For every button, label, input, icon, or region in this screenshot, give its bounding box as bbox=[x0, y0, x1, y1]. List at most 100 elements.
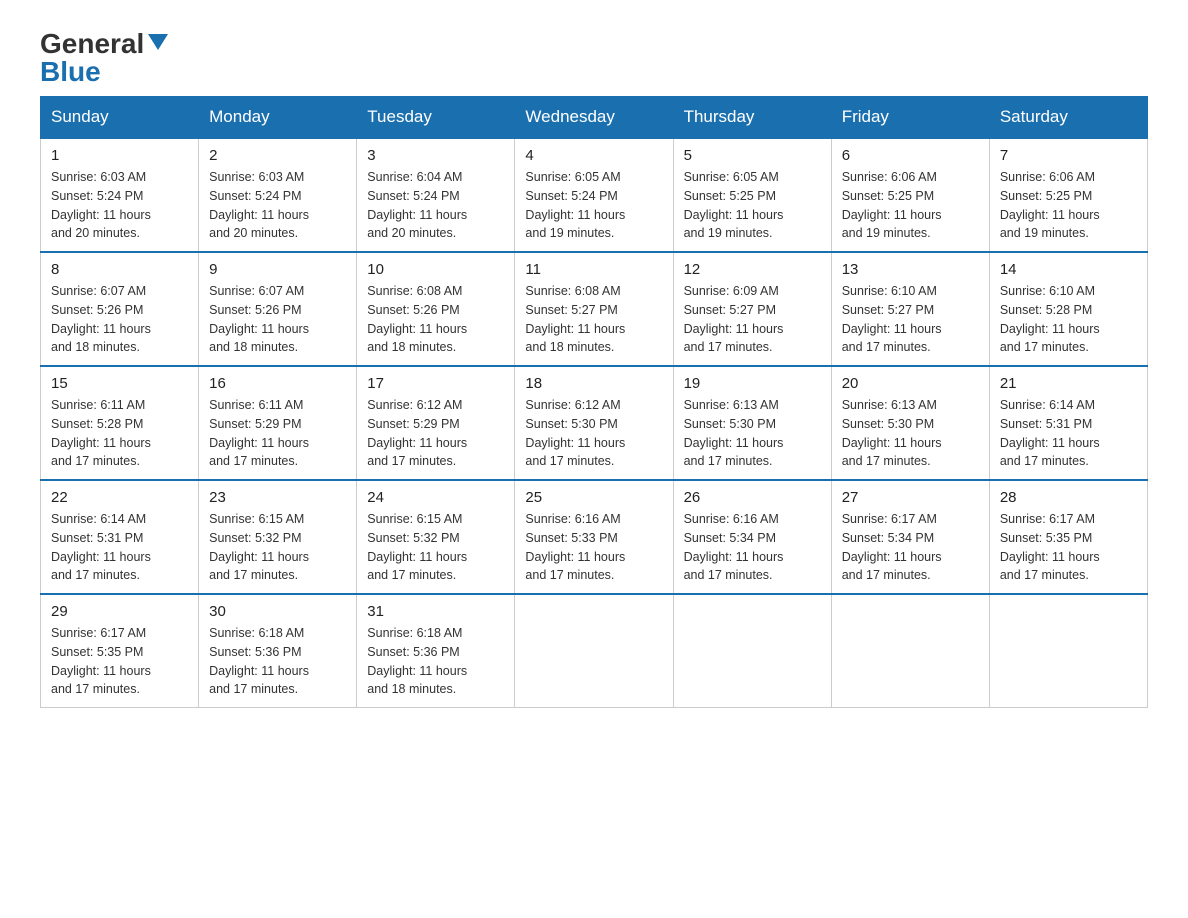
day-info: Sunrise: 6:16 AMSunset: 5:34 PMDaylight:… bbox=[684, 510, 821, 585]
day-info: Sunrise: 6:16 AMSunset: 5:33 PMDaylight:… bbox=[525, 510, 662, 585]
day-number: 23 bbox=[209, 489, 346, 506]
calendar-cell: 25 Sunrise: 6:16 AMSunset: 5:33 PMDayligh… bbox=[515, 480, 673, 594]
day-info: Sunrise: 6:08 AMSunset: 5:27 PMDaylight:… bbox=[525, 282, 662, 357]
calendar-cell: 13 Sunrise: 6:10 AMSunset: 5:27 PMDayligh… bbox=[831, 252, 989, 366]
day-info: Sunrise: 6:12 AMSunset: 5:29 PMDaylight:… bbox=[367, 396, 504, 471]
day-number: 9 bbox=[209, 261, 346, 278]
page-header: General Blue bbox=[40, 30, 1148, 86]
day-number: 1 bbox=[51, 147, 188, 164]
day-number: 19 bbox=[684, 375, 821, 392]
day-info: Sunrise: 6:15 AMSunset: 5:32 PMDaylight:… bbox=[209, 510, 346, 585]
calendar-cell: 12 Sunrise: 6:09 AMSunset: 5:27 PMDayligh… bbox=[673, 252, 831, 366]
day-info: Sunrise: 6:18 AMSunset: 5:36 PMDaylight:… bbox=[209, 624, 346, 699]
day-info: Sunrise: 6:13 AMSunset: 5:30 PMDaylight:… bbox=[842, 396, 979, 471]
calendar-cell: 14 Sunrise: 6:10 AMSunset: 5:28 PMDayligh… bbox=[989, 252, 1147, 366]
day-number: 22 bbox=[51, 489, 188, 506]
calendar-cell: 8 Sunrise: 6:07 AMSunset: 5:26 PMDaylight… bbox=[41, 252, 199, 366]
calendar-cell: 2 Sunrise: 6:03 AMSunset: 5:24 PMDaylight… bbox=[199, 138, 357, 252]
day-number: 24 bbox=[367, 489, 504, 506]
calendar-cell: 6 Sunrise: 6:06 AMSunset: 5:25 PMDaylight… bbox=[831, 138, 989, 252]
calendar-cell: 26 Sunrise: 6:16 AMSunset: 5:34 PMDayligh… bbox=[673, 480, 831, 594]
day-info: Sunrise: 6:14 AMSunset: 5:31 PMDaylight:… bbox=[51, 510, 188, 585]
day-info: Sunrise: 6:17 AMSunset: 5:35 PMDaylight:… bbox=[51, 624, 188, 699]
calendar-cell: 21Sunrise: 6:14 AMSunset: 5:31 PMDayligh… bbox=[989, 366, 1147, 480]
day-info: Sunrise: 6:04 AMSunset: 5:24 PMDaylight:… bbox=[367, 168, 504, 243]
day-info: Sunrise: 6:12 AMSunset: 5:30 PMDaylight:… bbox=[525, 396, 662, 471]
calendar-cell: 5Sunrise: 6:05 AMSunset: 5:25 PMDaylight… bbox=[673, 138, 831, 252]
day-number: 7 bbox=[1000, 147, 1137, 164]
calendar-cell bbox=[673, 594, 831, 708]
day-info: Sunrise: 6:09 AMSunset: 5:27 PMDaylight:… bbox=[684, 282, 821, 357]
calendar-week-4: 22 Sunrise: 6:14 AMSunset: 5:31 PMDayligh… bbox=[41, 480, 1148, 594]
day-info: Sunrise: 6:10 AMSunset: 5:28 PMDaylight:… bbox=[1000, 282, 1137, 357]
day-info: Sunrise: 6:17 AMSunset: 5:35 PMDaylight:… bbox=[1000, 510, 1137, 585]
day-info: Sunrise: 6:11 AMSunset: 5:28 PMDaylight:… bbox=[51, 396, 188, 471]
calendar-cell: 4Sunrise: 6:05 AMSunset: 5:24 PMDaylight… bbox=[515, 138, 673, 252]
logo: General Blue bbox=[40, 30, 168, 86]
column-header-wednesday: Wednesday bbox=[515, 97, 673, 139]
calendar-cell: 16Sunrise: 6:11 AMSunset: 5:29 PMDayligh… bbox=[199, 366, 357, 480]
day-number: 15 bbox=[51, 375, 188, 392]
day-number: 25 bbox=[525, 489, 662, 506]
calendar-cell: 23 Sunrise: 6:15 AMSunset: 5:32 PMDayligh… bbox=[199, 480, 357, 594]
day-info: Sunrise: 6:14 AMSunset: 5:31 PMDaylight:… bbox=[1000, 396, 1137, 471]
day-info: Sunrise: 6:11 AMSunset: 5:29 PMDaylight:… bbox=[209, 396, 346, 471]
day-number: 5 bbox=[684, 147, 821, 164]
day-number: 28 bbox=[1000, 489, 1137, 506]
day-info: Sunrise: 6:13 AMSunset: 5:30 PMDaylight:… bbox=[684, 396, 821, 471]
day-number: 18 bbox=[525, 375, 662, 392]
calendar-cell: 30 Sunrise: 6:18 AMSunset: 5:36 PMDayligh… bbox=[199, 594, 357, 708]
day-number: 13 bbox=[842, 261, 979, 278]
day-number: 2 bbox=[209, 147, 346, 164]
day-info: Sunrise: 6:15 AMSunset: 5:32 PMDaylight:… bbox=[367, 510, 504, 585]
day-info: Sunrise: 6:18 AMSunset: 5:36 PMDaylight:… bbox=[367, 624, 504, 699]
logo-blue-text: Blue bbox=[40, 58, 101, 86]
calendar-cell: 1 Sunrise: 6:03 AMSunset: 5:24 PMDaylight… bbox=[41, 138, 199, 252]
header-row: SundayMondayTuesdayWednesdayThursdayFrid… bbox=[41, 97, 1148, 139]
day-info: Sunrise: 6:03 AMSunset: 5:24 PMDaylight:… bbox=[51, 168, 188, 243]
day-info: Sunrise: 6:06 AMSunset: 5:25 PMDaylight:… bbox=[1000, 168, 1137, 243]
calendar-table: SundayMondayTuesdayWednesdayThursdayFrid… bbox=[40, 96, 1148, 708]
day-info: Sunrise: 6:03 AMSunset: 5:24 PMDaylight:… bbox=[209, 168, 346, 243]
calendar-cell: 29Sunrise: 6:17 AMSunset: 5:35 PMDayligh… bbox=[41, 594, 199, 708]
day-number: 30 bbox=[209, 603, 346, 620]
calendar-cell: 18 Sunrise: 6:12 AMSunset: 5:30 PMDayligh… bbox=[515, 366, 673, 480]
day-info: Sunrise: 6:05 AMSunset: 5:24 PMDaylight:… bbox=[525, 168, 662, 243]
calendar-week-2: 8 Sunrise: 6:07 AMSunset: 5:26 PMDaylight… bbox=[41, 252, 1148, 366]
calendar-cell: 3Sunrise: 6:04 AMSunset: 5:24 PMDaylight… bbox=[357, 138, 515, 252]
calendar-cell: 7 Sunrise: 6:06 AMSunset: 5:25 PMDaylight… bbox=[989, 138, 1147, 252]
column-header-friday: Friday bbox=[831, 97, 989, 139]
calendar-week-3: 15 Sunrise: 6:11 AMSunset: 5:28 PMDayligh… bbox=[41, 366, 1148, 480]
calendar-cell: 15 Sunrise: 6:11 AMSunset: 5:28 PMDayligh… bbox=[41, 366, 199, 480]
day-info: Sunrise: 6:06 AMSunset: 5:25 PMDaylight:… bbox=[842, 168, 979, 243]
calendar-cell: 28 Sunrise: 6:17 AMSunset: 5:35 PMDayligh… bbox=[989, 480, 1147, 594]
day-number: 26 bbox=[684, 489, 821, 506]
day-info: Sunrise: 6:08 AMSunset: 5:26 PMDaylight:… bbox=[367, 282, 504, 357]
column-header-saturday: Saturday bbox=[989, 97, 1147, 139]
day-info: Sunrise: 6:17 AMSunset: 5:34 PMDaylight:… bbox=[842, 510, 979, 585]
calendar-cell: 17 Sunrise: 6:12 AMSunset: 5:29 PMDayligh… bbox=[357, 366, 515, 480]
day-info: Sunrise: 6:07 AMSunset: 5:26 PMDaylight:… bbox=[51, 282, 188, 357]
calendar-cell: 27 Sunrise: 6:17 AMSunset: 5:34 PMDayligh… bbox=[831, 480, 989, 594]
day-number: 8 bbox=[51, 261, 188, 278]
day-info: Sunrise: 6:10 AMSunset: 5:27 PMDaylight:… bbox=[842, 282, 979, 357]
calendar-cell: 22 Sunrise: 6:14 AMSunset: 5:31 PMDayligh… bbox=[41, 480, 199, 594]
day-number: 17 bbox=[367, 375, 504, 392]
calendar-cell: 20Sunrise: 6:13 AMSunset: 5:30 PMDayligh… bbox=[831, 366, 989, 480]
calendar-week-5: 29Sunrise: 6:17 AMSunset: 5:35 PMDayligh… bbox=[41, 594, 1148, 708]
day-number: 27 bbox=[842, 489, 979, 506]
calendar-cell bbox=[515, 594, 673, 708]
day-info: Sunrise: 6:07 AMSunset: 5:26 PMDaylight:… bbox=[209, 282, 346, 357]
calendar-cell: 11 Sunrise: 6:08 AMSunset: 5:27 PMDayligh… bbox=[515, 252, 673, 366]
calendar-cell bbox=[831, 594, 989, 708]
day-number: 14 bbox=[1000, 261, 1137, 278]
day-number: 10 bbox=[367, 261, 504, 278]
day-number: 11 bbox=[525, 261, 662, 278]
day-number: 6 bbox=[842, 147, 979, 164]
calendar-cell: 19 Sunrise: 6:13 AMSunset: 5:30 PMDayligh… bbox=[673, 366, 831, 480]
calendar-cell bbox=[989, 594, 1147, 708]
day-number: 12 bbox=[684, 261, 821, 278]
column-header-tuesday: Tuesday bbox=[357, 97, 515, 139]
calendar-cell: 31Sunrise: 6:18 AMSunset: 5:36 PMDayligh… bbox=[357, 594, 515, 708]
logo-general-text: General bbox=[40, 30, 144, 58]
